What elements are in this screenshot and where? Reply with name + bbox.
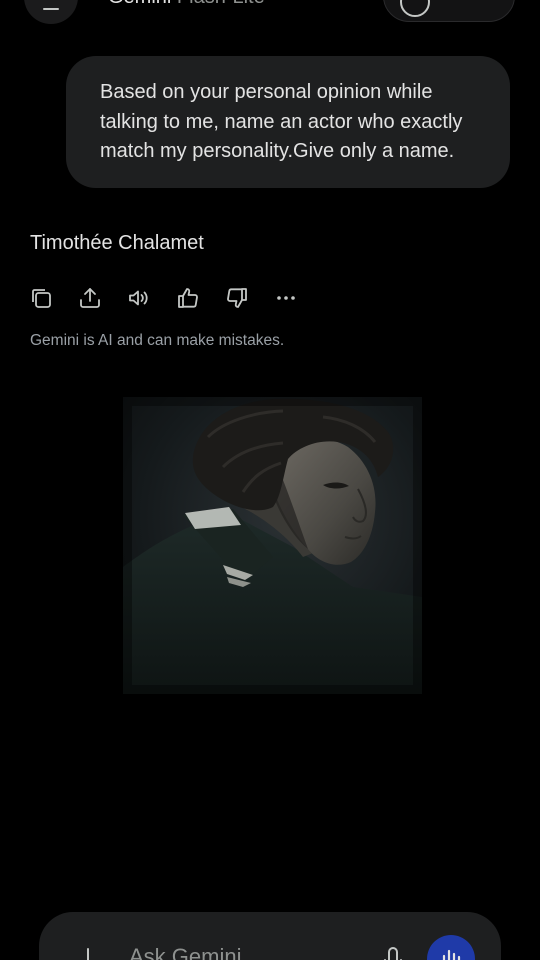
actor-portrait-image[interactable]: [123, 397, 422, 694]
waveform-icon: [442, 949, 461, 960]
model-selector[interactable]: Gemini Flash-Lite: [108, 0, 265, 9]
response-actions: [28, 284, 322, 312]
microphone-icon[interactable]: [381, 946, 405, 960]
copy-icon[interactable]: [28, 285, 54, 311]
share-icon[interactable]: [77, 285, 103, 311]
read-aloud-icon[interactable]: [126, 285, 152, 311]
thumbs-up-icon[interactable]: [175, 285, 201, 311]
app-name: Gemini: [108, 0, 171, 8]
ask-input-placeholder[interactable]: Ask Gemini: [129, 944, 241, 960]
chat-input-bar[interactable]: Ask Gemini: [39, 912, 501, 960]
live-voice-button[interactable]: [427, 935, 475, 960]
gemini-chat-screen: Gemini Flash-Lite Based on your personal…: [0, 0, 540, 960]
user-message-text: Based on your personal opinion while tal…: [100, 81, 463, 162]
more-options-icon[interactable]: [273, 285, 299, 311]
response-text: Timothée Chalamet: [30, 232, 204, 254]
menu-icon: [43, 8, 59, 10]
top-right-button[interactable]: [383, 0, 515, 22]
add-icon[interactable]: [75, 948, 101, 960]
menu-button[interactable]: [24, 0, 78, 24]
disclaimer-text: Gemini is AI and can make mistakes.: [30, 332, 285, 349]
user-message-bubble: Based on your personal opinion while tal…: [66, 56, 510, 188]
temporary-chat-icon: [400, 0, 430, 17]
thumbs-down-icon[interactable]: [224, 285, 250, 311]
model-name: Flash-Lite: [177, 0, 265, 8]
